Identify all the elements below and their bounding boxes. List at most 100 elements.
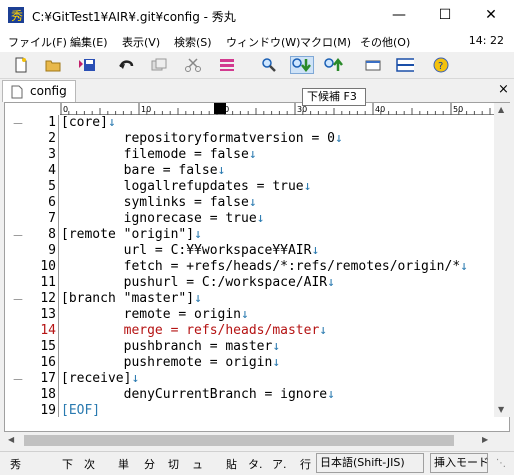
code-text: denyCurrentBranch = ignore bbox=[61, 387, 328, 402]
status-item[interactable]: 分 bbox=[144, 456, 155, 472]
status-item[interactable]: ュ bbox=[192, 456, 203, 472]
code-line[interactable]: pushurl = C:/workspace/AIR↓ bbox=[61, 275, 335, 291]
menu-search[interactable]: 検索(S) bbox=[174, 34, 212, 50]
new-file-icon[interactable] bbox=[12, 56, 30, 74]
tooltip: 下候補 F3 bbox=[302, 88, 366, 106]
save-icon[interactable] bbox=[78, 56, 96, 74]
newline-mark-icon: ↓ bbox=[272, 355, 281, 370]
fold-marker-icon[interactable]: － bbox=[12, 227, 24, 244]
code-line[interactable]: [branch "master"]↓ bbox=[61, 291, 202, 307]
status-item[interactable]: タ. bbox=[248, 456, 263, 472]
code-line[interactable]: [remote "origin"]↓ bbox=[61, 227, 202, 243]
fold-marker-icon[interactable]: － bbox=[12, 115, 24, 132]
scroll-thumb[interactable] bbox=[24, 435, 454, 446]
open-folder-icon[interactable] bbox=[44, 56, 62, 74]
status-item[interactable]: ア. bbox=[272, 456, 287, 472]
ruler-label: 30 bbox=[297, 105, 307, 114]
code-text: logallrefupdates = true bbox=[61, 179, 304, 194]
search-prev-icon[interactable] bbox=[290, 56, 314, 74]
tab-close-icon[interactable]: × bbox=[498, 82, 509, 97]
fold-marker-icon[interactable]: － bbox=[12, 291, 24, 308]
menu-view[interactable]: 表示(V) bbox=[122, 34, 160, 50]
menu-window[interactable]: ウィンドウ(W) bbox=[226, 34, 300, 50]
status-item[interactable]: 切 bbox=[168, 456, 179, 472]
search-icon[interactable] bbox=[260, 56, 278, 74]
code-line[interactable]: url = C:¥¥workspace¥¥AIR↓ bbox=[61, 243, 320, 259]
search-next-icon[interactable] bbox=[322, 56, 346, 74]
code-line[interactable]: bare = false↓ bbox=[61, 163, 226, 179]
undo-icon[interactable] bbox=[118, 56, 136, 74]
split-icon[interactable] bbox=[396, 56, 414, 74]
newline-mark-icon: ↓ bbox=[217, 163, 226, 178]
window-icon[interactable] bbox=[364, 56, 382, 74]
code-text: remote = origin bbox=[61, 307, 242, 322]
status-item[interactable]: 貼 bbox=[226, 456, 237, 472]
code-line[interactable]: [EOF] bbox=[61, 403, 100, 419]
minimize-button[interactable]: — bbox=[376, 0, 422, 30]
line-number: 3 bbox=[48, 147, 56, 162]
code-text: pushurl = C:/workspace/AIR bbox=[61, 275, 328, 290]
maximize-button[interactable]: ☐ bbox=[422, 0, 468, 30]
cut-icon[interactable] bbox=[184, 56, 202, 74]
menu-macro[interactable]: マクロ(M) bbox=[300, 34, 351, 50]
ruler-label: 40 bbox=[375, 105, 385, 114]
toolbar: ? bbox=[0, 52, 514, 78]
line-number: 8 bbox=[48, 227, 56, 242]
code-text: [core] bbox=[61, 115, 108, 130]
encoding-status[interactable]: 日本語(Shift-JIS) bbox=[316, 453, 424, 473]
ruler-cursor bbox=[214, 103, 226, 114]
code-line[interactable]: remote = origin↓ bbox=[61, 307, 249, 323]
scroll-left-icon[interactable]: ◀ bbox=[8, 435, 14, 444]
line-number: 12 bbox=[40, 291, 56, 306]
status-item[interactable]: 下 bbox=[62, 456, 73, 472]
ruler-ticks: 01020304050 bbox=[60, 103, 491, 115]
status-item[interactable]: 行 bbox=[300, 456, 311, 472]
code-line[interactable]: logallrefupdates = true↓ bbox=[61, 179, 312, 195]
status-item[interactable]: 次 bbox=[84, 456, 95, 472]
code-text: pushbranch = master bbox=[61, 339, 273, 354]
line-number: 13 bbox=[40, 307, 56, 322]
app-icon[interactable]: 秀 bbox=[8, 7, 24, 23]
code-line[interactable]: [receive]↓ bbox=[61, 371, 139, 387]
resize-grip-icon[interactable]: ⋱ bbox=[496, 458, 506, 469]
menu-file[interactable]: ファイル(F) bbox=[8, 34, 67, 50]
code-line[interactable]: repositoryformatversion = 0↓ bbox=[61, 131, 343, 147]
gutter-separator bbox=[58, 115, 59, 417]
code-line[interactable]: denyCurrentBranch = ignore↓ bbox=[61, 387, 335, 403]
code-text: merge = refs/heads/master bbox=[61, 323, 320, 338]
code-line[interactable]: merge = refs/heads/master↓ bbox=[61, 323, 328, 339]
line-number: 5 bbox=[48, 179, 56, 194]
code-line[interactable]: [core]↓ bbox=[61, 115, 116, 131]
code-line[interactable]: pushremote = origin↓ bbox=[61, 355, 281, 371]
minimize-icon: — bbox=[392, 7, 406, 23]
newline-mark-icon: ↓ bbox=[241, 307, 249, 322]
paste-icon[interactable] bbox=[218, 56, 236, 74]
status-item[interactable]: 単 bbox=[118, 456, 129, 472]
line-number: 14 bbox=[40, 323, 56, 338]
menu-edit[interactable]: 編集(E) bbox=[70, 34, 108, 50]
scroll-up-icon[interactable]: ▲ bbox=[498, 105, 504, 114]
vertical-scrollbar[interactable]: ▲ ▼ bbox=[494, 103, 511, 417]
window-title: C:¥GitTest1¥AIR¥.git¥config - 秀丸 bbox=[32, 10, 236, 24]
code-line[interactable]: ignorecase = true↓ bbox=[61, 211, 265, 227]
insert-mode-status[interactable]: 挿入モード bbox=[430, 453, 489, 473]
close-icon: ✕ bbox=[485, 7, 497, 23]
code-area[interactable]: [core]↓ repositoryformatversion = 0↓ fil… bbox=[61, 115, 494, 419]
code-line[interactable]: pushbranch = master↓ bbox=[61, 339, 281, 355]
fold-marker-icon[interactable]: － bbox=[12, 371, 24, 388]
menu-other[interactable]: その他(O) bbox=[360, 34, 410, 50]
close-button[interactable]: ✕ bbox=[468, 0, 514, 30]
code-line[interactable]: fetch = +refs/heads/*:refs/remotes/origi… bbox=[61, 259, 468, 275]
scroll-right-icon[interactable]: ▶ bbox=[482, 435, 488, 444]
line-number: 11 bbox=[40, 275, 56, 290]
help-icon[interactable]: ? bbox=[432, 56, 450, 74]
code-line[interactable]: symlinks = false↓ bbox=[61, 195, 257, 211]
ruler-label: 50 bbox=[453, 105, 463, 114]
status-item[interactable]: 秀 bbox=[10, 456, 21, 472]
clock: 14: 22 bbox=[468, 34, 504, 47]
copy-icon[interactable] bbox=[150, 56, 168, 74]
horizontal-scrollbar[interactable]: ◀ ▶ bbox=[4, 432, 494, 449]
code-text: filemode = false bbox=[61, 147, 249, 162]
scroll-down-icon[interactable]: ▼ bbox=[498, 405, 504, 414]
code-line[interactable]: filemode = false↓ bbox=[61, 147, 257, 163]
